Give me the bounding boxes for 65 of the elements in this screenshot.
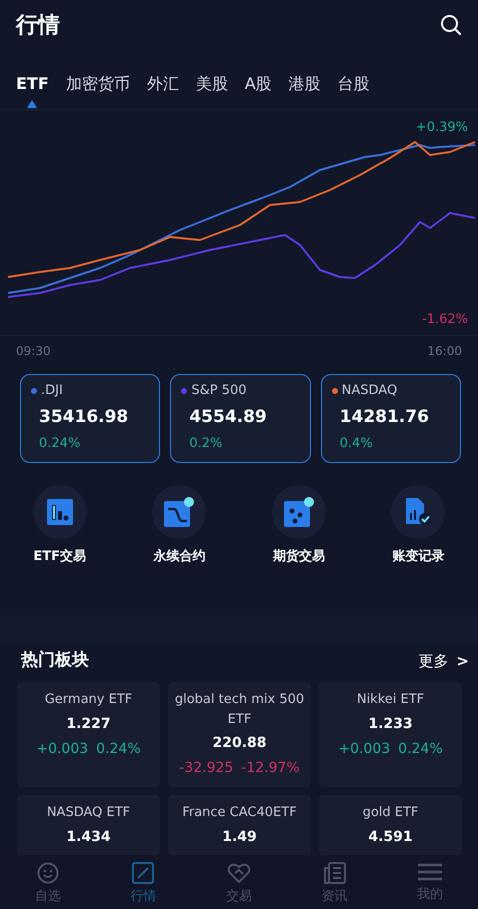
index-card[interactable]: S&P 500 4554.89 0.2% (170, 374, 311, 462)
low-label: -1.62% (422, 310, 468, 328)
more-link[interactable]: 更多 > (417, 648, 470, 674)
search-icon[interactable] (440, 14, 462, 36)
shortcut-button[interactable]: 永续合约 (129, 484, 230, 566)
sector-name: global tech mix 500 ETF (174, 691, 306, 728)
end-time: 16:00 (427, 343, 462, 360)
index-price: 35416.98 (39, 406, 130, 428)
shortcut-button[interactable]: ETF交易 (10, 484, 110, 566)
chart-icon (132, 862, 154, 884)
menu-icon (417, 862, 444, 882)
sector-card[interactable]: global tech mix 500 ETF 220.88 -32.925 -12.97% (168, 682, 311, 787)
index-name: S&P 500 (191, 382, 247, 400)
index-card[interactable]: NASDAQ 14281.76 0.4% (320, 374, 461, 462)
sector-name: NASDAQ ETF (46, 804, 132, 822)
shortcut-button[interactable]: 期货交易 (248, 484, 349, 566)
section-title: 热门板块 (21, 649, 89, 672)
start-time: 09:30 (16, 343, 51, 360)
caret-icon (27, 100, 38, 108)
tab[interactable]: 港股 (288, 74, 321, 94)
sector-price: 1.434 (65, 828, 112, 846)
sector-name: gold ETF (362, 804, 420, 822)
high-label: +0.39% (416, 119, 468, 137)
curve-chart-icon (164, 496, 194, 526)
page-title: 行情 (16, 12, 60, 40)
tab[interactable]: ETF (16, 74, 49, 108)
tab[interactable]: 加密货币 (66, 74, 130, 94)
sector-price: 1.233 (367, 714, 414, 734)
sector-card[interactable]: NASDAQ ETF 1.434 (17, 795, 160, 855)
tab[interactable]: A股 (244, 74, 272, 94)
index-change: 0.24% (39, 435, 82, 453)
newspaper-icon (324, 862, 346, 884)
sector-name: France CAC40ETF (181, 804, 298, 822)
index-price: 4554.89 (189, 406, 268, 428)
bar-chart-icon (46, 498, 73, 524)
index-change: 0.4% (340, 435, 374, 453)
heart-icon (226, 862, 251, 884)
sector-card[interactable]: France CAC40ETF 1.49 (168, 795, 311, 855)
sector-card[interactable]: gold ETF 4.591 (319, 795, 462, 855)
sector-name: Nikkei ETF (356, 691, 426, 709)
sector-change: +0.003 (36, 740, 88, 758)
index-change: 0.2% (189, 435, 224, 453)
sector-percent: 0.24% (398, 740, 443, 758)
dots-icon (284, 496, 314, 526)
sector-change: -32.925 (179, 759, 234, 778)
document-check-icon (404, 498, 432, 526)
sector-price: 1.49 (221, 828, 258, 846)
tab[interactable]: 美股 (196, 74, 228, 94)
index-card[interactable]: .DJI 35416.98 0.24% (20, 374, 160, 462)
sector-percent: 0.24% (96, 740, 141, 758)
tab[interactable]: 外汇 (146, 74, 179, 94)
smiley-icon (36, 862, 59, 884)
shortcut-button[interactable]: 账变记录 (368, 484, 468, 566)
sector-card[interactable]: Germany ETF 1.227 +0.003 0.24% (17, 682, 160, 787)
sector-change: +0.003 (338, 740, 390, 758)
tab[interactable]: 台股 (338, 74, 370, 94)
sector-name: Germany ETF (44, 691, 134, 709)
sector-price: 220.88 (211, 734, 268, 753)
sector-percent: -12.97% (241, 759, 300, 778)
index-price: 14281.76 (340, 406, 430, 428)
index-name: .DJI (41, 382, 63, 400)
sector-price: 4.591 (367, 828, 414, 846)
index-name: NASDAQ (342, 382, 398, 400)
sector-price: 1.227 (65, 714, 112, 734)
sector-card[interactable]: Nikkei ETF 1.233 +0.003 0.24% (319, 682, 462, 787)
